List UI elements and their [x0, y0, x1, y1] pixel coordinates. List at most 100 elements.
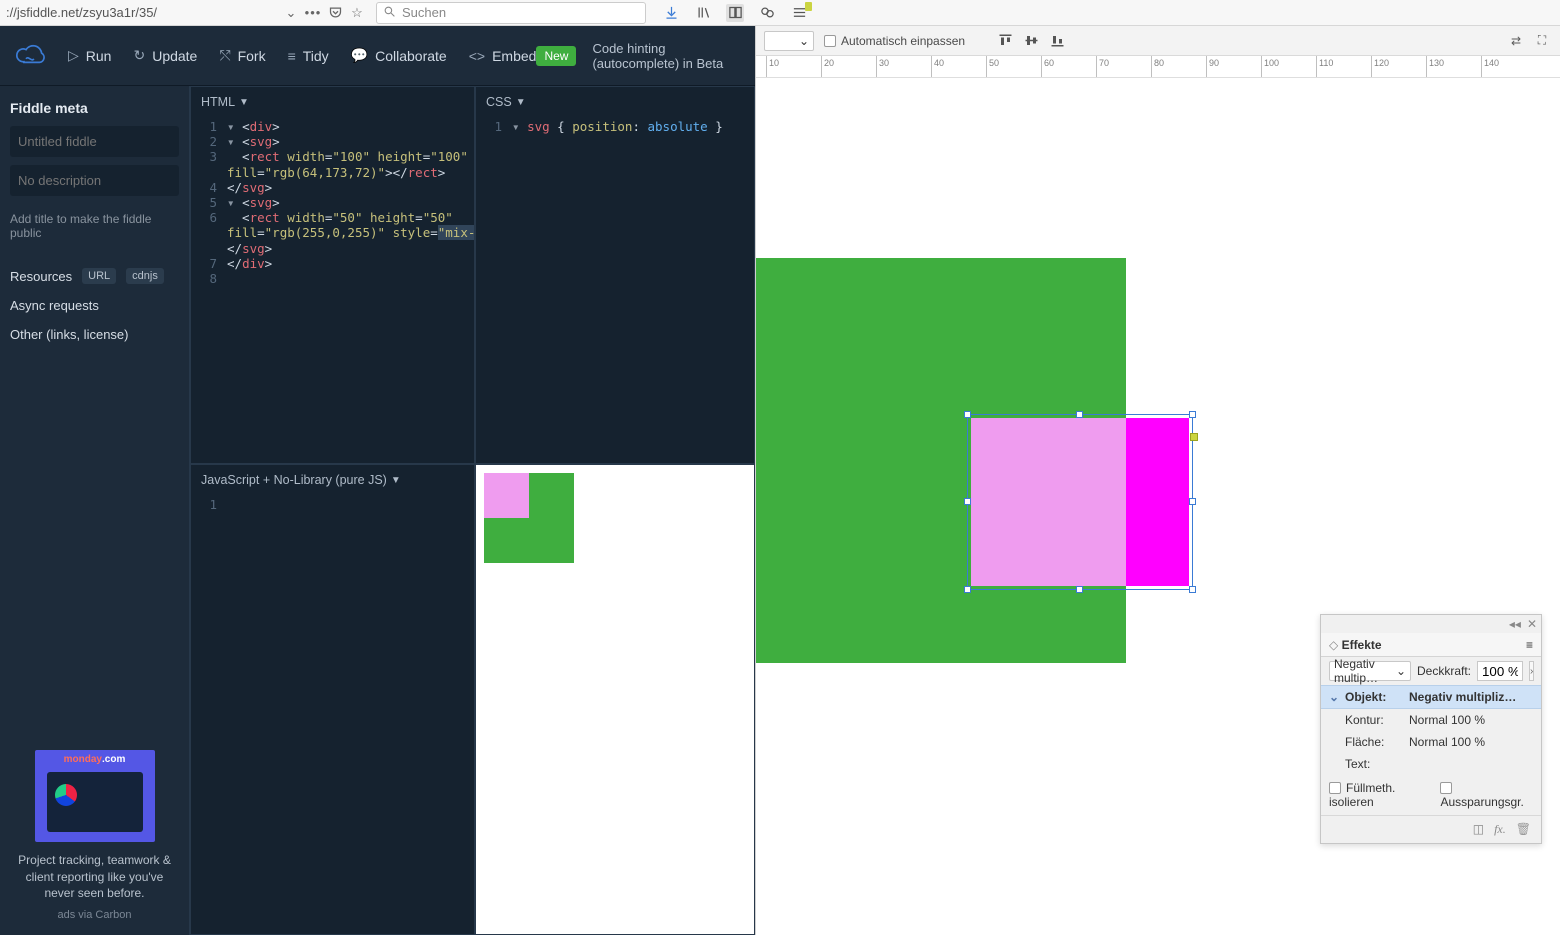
js-editor[interactable]: 1 [191, 491, 474, 934]
async-row[interactable]: Async requests [10, 298, 179, 313]
transform-group: ⇄ ⛶ [1506, 31, 1552, 51]
clip-mask-icon[interactable]: ◫ [1473, 822, 1484, 837]
align-vcenter-icon[interactable] [1021, 31, 1041, 51]
stroke-row[interactable]: Kontur: Normal 100 % [1321, 709, 1541, 731]
chevron-down-icon: ⌄ [799, 34, 809, 48]
html-gutter: 123 456 78 [191, 113, 225, 463]
jsfiddle-menu: ▷Run ↻Update ⤲Fork ≡Tidy 💬Collaborate <>… [68, 47, 536, 64]
ad-text: Project tracking, teamwork & client repo… [10, 852, 179, 901]
handle-br[interactable] [1189, 586, 1196, 593]
browser-search-input[interactable]: Suchen [376, 2, 646, 24]
checkbox-icon [824, 35, 836, 47]
url-field[interactable]: ://jsfiddle.net/zsyu3a1r/35/ [0, 2, 280, 24]
align-bottom-icon[interactable] [1047, 31, 1067, 51]
expand-icon[interactable]: ⛶ [1532, 31, 1552, 51]
align-group [995, 31, 1067, 51]
js-code[interactable] [225, 491, 474, 934]
html-pane: HTML▼ 123 456 78 ▾ <div> ▾ <svg> <rect w… [190, 86, 475, 464]
url-text: ://jsfiddle.net/zsyu3a1r/35/ [6, 5, 157, 20]
object-row[interactable]: ⌄ Objekt: Negativ multipliz… [1321, 685, 1541, 709]
pocket-icon[interactable] [326, 4, 344, 22]
zoom-dropdown[interactable]: ⌄ [764, 31, 814, 51]
trash-icon[interactable]: 🗑 [1516, 822, 1531, 837]
panel-menu-icon[interactable]: ≡ [1526, 638, 1533, 652]
update-button[interactable]: ↻Update [133, 47, 197, 64]
tidy-button[interactable]: ≡Tidy [288, 48, 329, 64]
align-top-icon[interactable] [995, 31, 1015, 51]
hamburger-menu-icon[interactable] [790, 4, 808, 22]
isolate-checkbox[interactable]: Füllmeth. isolieren [1329, 781, 1434, 809]
effects-panel[interactable]: ◂◂ ✕ ◇ Effekte ≡ Negativ multip…⌄ Deckkr… [1320, 614, 1542, 844]
dropdown-icon[interactable]: ⌄ [282, 4, 300, 22]
code-hint-text: Code hinting (autocomplete) in Beta [592, 41, 741, 71]
page-actions-icon[interactable]: ••• [304, 4, 322, 22]
download-icon[interactable] [662, 4, 680, 22]
fiddle-meta-title: Fiddle meta [10, 100, 179, 116]
collapse-icon[interactable]: ◂◂ [1509, 617, 1521, 631]
jsfiddle-app: ▷Run ↻Update ⤲Fork ≡Tidy 💬Collaborate <>… [0, 26, 756, 935]
opacity-stepper[interactable]: › [1529, 661, 1534, 681]
swap-icon[interactable]: ⇄ [1506, 31, 1526, 51]
fork-button[interactable]: ⤲Fork [219, 47, 265, 64]
css-editor[interactable]: 1 ▾ svg { position: absolute } [476, 113, 754, 463]
html-code[interactable]: ▾ <div> ▾ <svg> <rect width="100" height… [225, 113, 474, 463]
js-pane: JavaScript + No-Library (pure JS)▼ 1 [190, 464, 475, 935]
play-icon: ▷ [68, 47, 79, 64]
addon-icon[interactable] [758, 4, 776, 22]
url-tag[interactable]: URL [82, 268, 116, 284]
fill-row[interactable]: Fläche: Normal 100 % [1321, 731, 1541, 753]
css-pane-header[interactable]: CSS▼ [476, 87, 754, 113]
new-badge: New [536, 46, 576, 66]
bookmark-star-icon[interactable]: ☆ [348, 4, 366, 22]
run-button[interactable]: ▷Run [68, 47, 111, 64]
carbon-ad[interactable]: monday.com Project tracking, teamwork & … [10, 750, 179, 921]
jsfiddle-sidebar: Fiddle meta Add title to make the fiddle… [0, 86, 190, 935]
cdnjs-tag[interactable]: cdnjs [126, 268, 164, 284]
opacity-label: Deckkraft: [1417, 664, 1471, 678]
search-placeholder: Suchen [402, 5, 446, 20]
css-gutter: 1 [476, 113, 510, 463]
reload-icon: ↻ [133, 47, 145, 64]
html-editor[interactable]: 123 456 78 ▾ <div> ▾ <svg> <rect width="… [191, 113, 474, 463]
search-icon [383, 5, 396, 21]
auto-fit-checkbox[interactable]: Automatisch einpassen [824, 34, 965, 48]
reader-icon[interactable] [726, 4, 744, 22]
css-code[interactable]: ▾ svg { position: absolute } [510, 113, 754, 463]
resources-row[interactable]: Resources URL cdnjs [10, 268, 179, 284]
ai-canvas[interactable]: ◂◂ ✕ ◇ Effekte ≡ Negativ multip…⌄ Deckkr… [756, 78, 1560, 935]
js-pane-header[interactable]: JavaScript + No-Library (pure JS)▼ [191, 465, 474, 491]
opacity-input[interactable] [1477, 661, 1523, 681]
browser-toolbar: ://jsfiddle.net/zsyu3a1r/35/ ⌄ ••• ☆ Suc… [0, 0, 1560, 26]
fiddle-title-input[interactable] [10, 126, 179, 157]
reference-point[interactable] [1190, 433, 1198, 441]
blend-mode-select[interactable]: Negativ multip…⌄ [1329, 661, 1411, 681]
tidy-icon: ≡ [288, 48, 296, 64]
html-pane-header[interactable]: HTML▼ [191, 87, 474, 113]
fx-icon[interactable]: fx. [1494, 822, 1506, 837]
illustrator-app: ⌄ Automatisch einpassen ⇄ ⛶ 102030405060… [756, 26, 1560, 935]
handle-mr[interactable] [1189, 498, 1196, 505]
chevron-down-icon: ⌄ [1329, 690, 1339, 704]
knockout-checkbox[interactable]: Aussparungsgr. [1440, 781, 1533, 809]
text-row[interactable]: Text: [1321, 753, 1541, 775]
jsfiddle-header: ▷Run ↻Update ⤲Fork ≡Tidy 💬Collaborate <>… [0, 26, 755, 86]
result-canvas [476, 465, 754, 934]
chat-icon: 💬 [351, 47, 368, 64]
blend-row: Negativ multip…⌄ Deckkraft: › [1321, 657, 1541, 685]
ad-image: monday.com [35, 750, 155, 842]
other-row[interactable]: Other (links, license) [10, 327, 179, 342]
jsfiddle-header-right: New Code hinting (autocomplete) in Beta [536, 41, 741, 71]
caret-down-icon: ▼ [239, 97, 249, 108]
css-pane: CSS▼ 1 ▾ svg { position: absolute } [475, 86, 755, 464]
fiddle-desc-input[interactable] [10, 165, 179, 196]
collaborate-button[interactable]: 💬Collaborate [351, 47, 447, 64]
handle-tr[interactable] [1189, 411, 1196, 418]
caret-down-icon: ▼ [391, 475, 401, 486]
panel-tab[interactable]: ◇ Effekte ≡ [1321, 633, 1541, 657]
embed-button[interactable]: <>Embed [469, 48, 537, 64]
library-icon[interactable] [694, 4, 712, 22]
horizontal-ruler: 102030405060708090100110120130140 [756, 56, 1560, 78]
close-icon[interactable]: ✕ [1527, 617, 1537, 631]
jsfiddle-logo-icon[interactable] [14, 41, 48, 71]
public-hint: Add title to make the fiddle public [10, 212, 179, 240]
